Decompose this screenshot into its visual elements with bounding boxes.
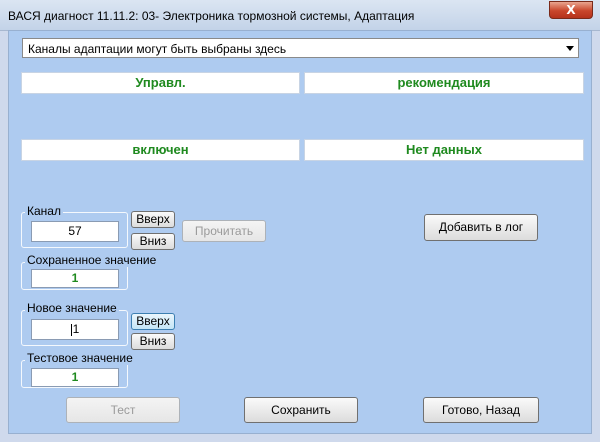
new-value-text: 1	[72, 322, 80, 336]
new-value-down-button[interactable]: Вниз	[131, 333, 175, 350]
adaptation-window: ВАСЯ диагност 11.11.2: 03- Электроника т…	[0, 0, 600, 442]
new-value-up-button[interactable]: Вверх	[131, 313, 175, 330]
saved-value-display: 1	[31, 269, 119, 288]
window-title: ВАСЯ диагност 11.11.2: 03- Электроника т…	[8, 9, 415, 23]
channel-up-button[interactable]: Вверх	[131, 211, 175, 228]
channel-label: Канал	[25, 204, 63, 218]
test-value-display: 1	[31, 368, 119, 387]
client-area: Каналы адаптации могут быть выбраны здес…	[8, 30, 592, 434]
chevron-down-icon[interactable]	[566, 46, 574, 51]
add-to-log-button[interactable]: Добавить в лог	[424, 214, 538, 241]
dropdown-selected-text: Каналы адаптации могут быть выбраны здес…	[28, 42, 287, 56]
text-caret	[70, 323, 72, 336]
read-button[interactable]: Прочитать	[182, 220, 266, 242]
test-button[interactable]: Тест	[66, 397, 180, 423]
test-value-label: Тестовое значение	[25, 351, 135, 365]
done-back-button[interactable]: Готово, Назад	[423, 397, 539, 423]
new-value-label: Новое значение	[25, 301, 119, 315]
close-button[interactable]: X	[549, 1, 593, 19]
save-button[interactable]: Сохранить	[244, 397, 358, 423]
field-bottom-left: включен	[21, 139, 300, 161]
title-bar[interactable]: ВАСЯ диагност 11.11.2: 03- Электроника т…	[0, 0, 600, 31]
field-top-right: рекомендация	[304, 72, 584, 94]
field-top-left: Управл.	[21, 72, 300, 94]
close-icon: X	[566, 3, 576, 17]
saved-value-label: Сохраненное значение	[25, 253, 159, 267]
channel-down-button[interactable]: Вниз	[131, 233, 175, 250]
channel-select-dropdown[interactable]: Каналы адаптации могут быть выбраны здес…	[22, 38, 579, 58]
channel-input[interactable]: 57	[31, 221, 119, 242]
new-value-input[interactable]: 1	[31, 319, 119, 340]
field-bottom-right: Нет данных	[304, 139, 584, 161]
